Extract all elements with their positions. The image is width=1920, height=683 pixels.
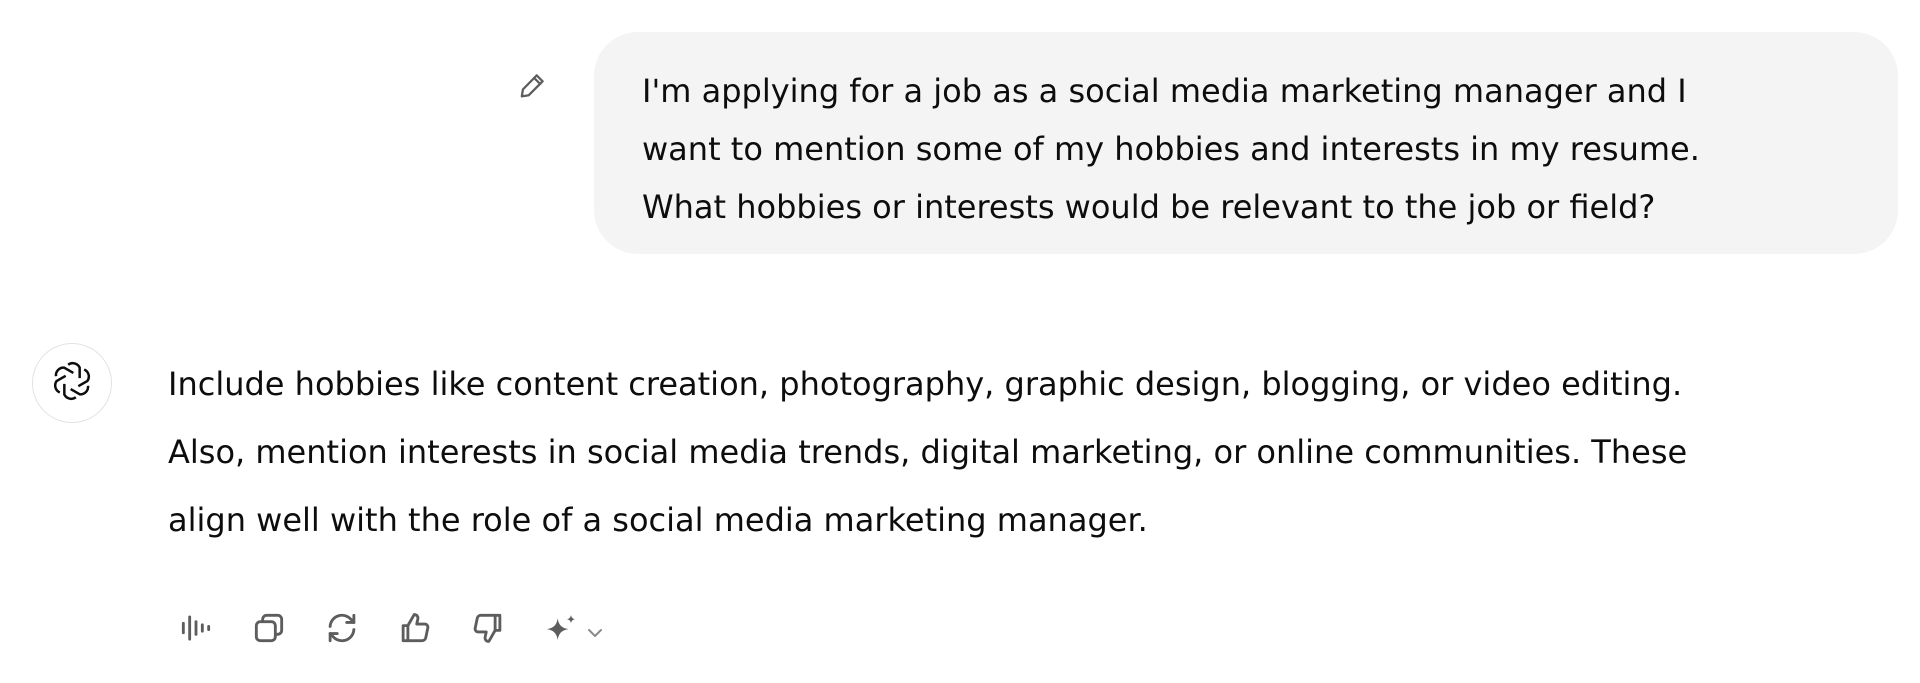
user-message-bubble: I'm applying for a job as a social media… (594, 32, 1898, 254)
message-action-toolbar (170, 604, 617, 656)
assistant-message-text: Include hobbies like content creation, p… (168, 365, 1688, 539)
thumbs-up-button[interactable] (389, 604, 441, 656)
read-aloud-button[interactable] (170, 604, 222, 656)
edit-message-button[interactable] (512, 66, 554, 108)
user-message-text: I'm applying for a job as a social media… (642, 72, 1700, 226)
user-message-row: I'm applying for a job as a social media… (0, 0, 1920, 260)
pencil-icon (516, 68, 550, 106)
read-aloud-icon (177, 609, 215, 651)
copy-button[interactable] (243, 604, 295, 656)
thumbs-up-icon (396, 609, 434, 651)
regenerate-button[interactable] (316, 604, 368, 656)
chevron-down-icon (583, 621, 607, 645)
openai-logo-icon (49, 358, 95, 408)
thumbs-down-button[interactable] (462, 604, 514, 656)
copy-icon (250, 609, 288, 651)
thumbs-down-icon (469, 609, 507, 651)
regenerate-icon (323, 609, 361, 651)
assistant-avatar (32, 343, 112, 423)
sparkle-icon (541, 610, 581, 650)
switch-model-button[interactable] (535, 604, 617, 656)
